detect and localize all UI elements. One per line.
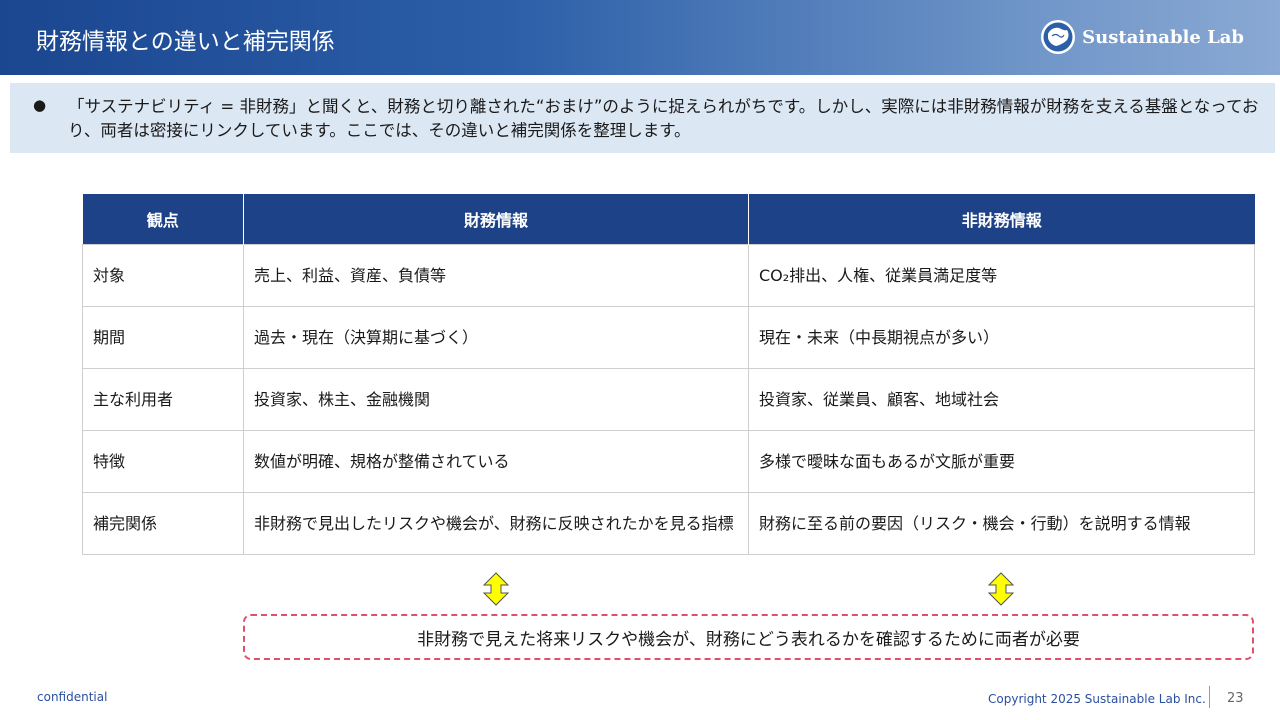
logo-text: Sustainable Lab	[1082, 26, 1244, 48]
company-logo: Sustainable Lab	[1040, 18, 1244, 56]
page-number: 23	[1227, 691, 1244, 706]
up-down-arrow-icon	[988, 572, 1014, 606]
intro-box: ● 「サステナビリティ = 非財務」と聞くと、財務と切り離された“おまけ”のよう…	[10, 83, 1275, 153]
footer-divider	[1209, 686, 1210, 708]
financial-cell: 過去・現在（決算期に基づく）	[243, 306, 749, 369]
copyright-text: Copyright 2025 Sustainable Lab Inc.	[988, 692, 1206, 706]
row-label: 補完関係	[82, 492, 244, 555]
callout-text: 非財務で見えた将来リスクや機会が、財務にどう表れるかを確認するために両者が必要	[417, 629, 1080, 650]
table-row: 補完関係 非財務で見出したリスクや機会が、財務に反映されたかを見る指標 財務に至…	[82, 492, 1255, 555]
page-title: 財務情報との違いと補完関係	[36, 29, 335, 55]
financial-cell: 数値が明確、規格が整備されている	[243, 430, 749, 493]
table-header-row: 観点 財務情報 非財務情報	[82, 194, 1255, 245]
summary-callout: 非財務で見えた将来リスクや機会が、財務にどう表れるかを確認するために両者が必要	[243, 614, 1254, 660]
financial-cell: 投資家、株主、金融機関	[243, 368, 749, 431]
non-financial-cell: 現在・未来（中長期視点が多い）	[748, 306, 1255, 369]
row-label: 期間	[82, 306, 244, 369]
row-label: 特徴	[82, 430, 244, 493]
table-row: 主な利用者 投資家、株主、金融機関 投資家、従業員、顧客、地域社会	[82, 368, 1255, 431]
non-financial-cell: 財務に至る前の要因（リスク・機会・行動）を説明する情報	[748, 492, 1255, 555]
table-row: 期間 過去・現在（決算期に基づく） 現在・未来（中長期視点が多い）	[82, 306, 1255, 369]
intro-text: 「サステナビリティ = 非財務」と聞くと、財務と切り離された“おまけ”のように捉…	[68, 97, 1259, 140]
header-financial: 財務情報	[243, 194, 749, 245]
non-financial-cell: 投資家、従業員、顧客、地域社会	[748, 368, 1255, 431]
header-viewpoint: 観点	[82, 194, 244, 245]
globe-logo-icon	[1041, 20, 1076, 54]
header-non-financial: 非財務情報	[748, 194, 1255, 245]
slide-header: 財務情報との違いと補完関係 Sustainable Lab	[0, 0, 1280, 75]
financial-cell: 非財務で見出したリスクや機会が、財務に反映されたかを見る指標	[243, 492, 749, 555]
table-row: 対象 売上、利益、資産、負債等 CO₂排出、人権、従業員満足度等	[82, 244, 1255, 307]
up-down-arrow-icon	[483, 572, 509, 606]
row-label: 主な利用者	[82, 368, 244, 431]
bullet-marker: ●	[33, 96, 47, 114]
confidential-label: confidential	[37, 690, 108, 704]
row-label: 対象	[82, 244, 244, 307]
non-financial-cell: CO₂排出、人権、従業員満足度等	[748, 244, 1255, 307]
table-row: 特徴 数値が明確、規格が整備されている 多様で曖昧な面もあるが文脈が重要	[82, 430, 1255, 493]
financial-cell: 売上、利益、資産、負債等	[243, 244, 749, 307]
non-financial-cell: 多様で曖昧な面もあるが文脈が重要	[748, 430, 1255, 493]
comparison-table: 観点 財務情報 非財務情報 対象 売上、利益、資産、負債等 CO₂排出、人権、従…	[82, 194, 1255, 555]
